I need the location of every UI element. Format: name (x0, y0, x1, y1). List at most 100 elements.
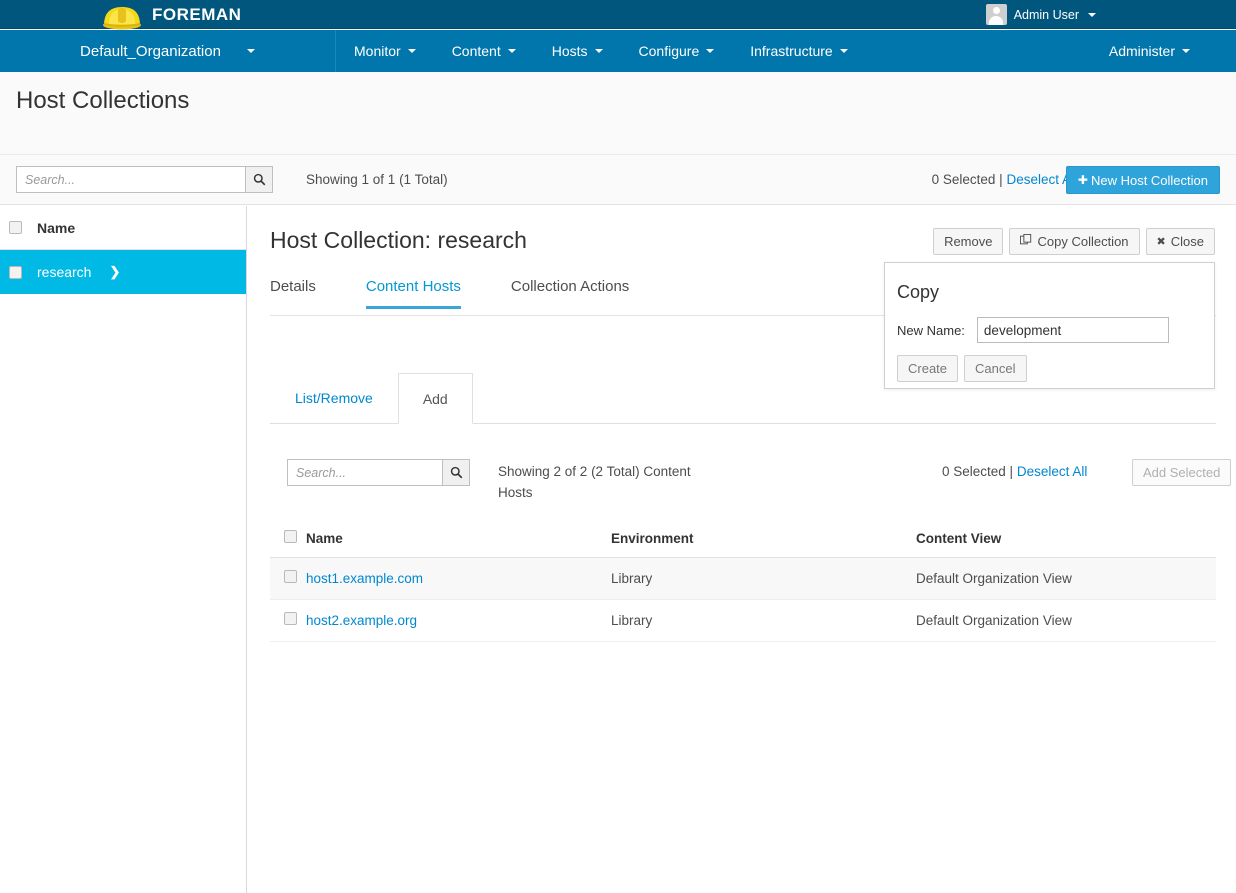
tab-label: Collection Actions (510, 278, 630, 295)
new-host-collection-button[interactable]: ✚ New Host Collection (1065, 166, 1220, 194)
nav-label: Configure (638, 43, 700, 59)
top-brand-bar: FOREMAN Admin User (0, 0, 1236, 30)
plus-icon: ✚ (1077, 173, 1088, 187)
caret-down-icon (507, 49, 516, 53)
nav-item-administer[interactable]: Administer (1091, 30, 1208, 72)
nav-item-configure[interactable]: Configure (621, 30, 733, 72)
search-group (16, 166, 273, 193)
host-link[interactable]: host1.example.com (306, 571, 423, 586)
selected-count: 0 Selected | (931, 172, 1003, 187)
create-button[interactable]: Create (897, 355, 959, 382)
nav-label: Content (451, 43, 501, 59)
page-header: Host Collections (0, 72, 1236, 155)
hardhat-icon (100, 0, 144, 30)
nav-label: Hosts (551, 43, 588, 59)
cell-name: host1.example.com (306, 557, 611, 600)
content-hosts-showing: Showing 2 of 2 (2 Total) Content Hosts (498, 464, 691, 500)
nav-label: Monitor (354, 43, 401, 59)
close-button[interactable]: ✖ Close (1145, 228, 1215, 255)
content-hosts-search-button[interactable] (442, 459, 470, 486)
cell-content-view: Default Organization View (916, 557, 1216, 600)
tab-label: Content Hosts (365, 278, 461, 295)
subtab-label: Add (422, 390, 448, 407)
row-checkbox[interactable] (9, 265, 22, 279)
list-item-label: research (37, 264, 92, 280)
content-hosts-selection-info: 0 Selected | Deselect All (942, 464, 1087, 479)
select-all-checkbox[interactable] (9, 221, 22, 234)
row-checkbox[interactable] (284, 612, 297, 625)
new-name-input[interactable] (976, 317, 1169, 343)
cancel-label: Cancel (975, 361, 1016, 376)
copy-icon (1020, 233, 1032, 249)
deselect-all-link[interactable]: Deselect All (1017, 464, 1088, 479)
nav-item-monitor[interactable]: Monitor (336, 30, 434, 72)
caret-down-icon (594, 49, 603, 53)
nav-item-infrastructure[interactable]: Infrastructure (732, 30, 865, 72)
user-menu[interactable]: Admin User (985, 0, 1096, 29)
row-checkbox-cell (270, 557, 306, 600)
brand[interactable]: FOREMAN (100, 0, 242, 30)
caret-down-icon (1182, 49, 1190, 53)
list-item-research[interactable]: research ❯ (0, 250, 246, 294)
caret-down-icon (1088, 12, 1096, 17)
tab-content-hosts[interactable]: Content Hosts (365, 278, 461, 309)
cell-environment: Library (611, 557, 916, 600)
cell-environment: Library (611, 599, 916, 642)
host-link[interactable]: host2.example.org (306, 613, 417, 628)
table-row[interactable]: host2.example.org Library Default Organi… (270, 599, 1216, 642)
copy-collection-button[interactable]: Copy Collection (1009, 228, 1140, 255)
list-header: Name (0, 206, 246, 250)
nav-item-content[interactable]: Content (434, 30, 534, 72)
search-input[interactable] (16, 166, 246, 193)
search-icon (253, 173, 265, 186)
nav-items: Monitor Content Hosts Configure Infrastr… (336, 30, 866, 72)
close-label: Close (1170, 234, 1204, 249)
header-environment: Environment (611, 520, 916, 558)
avatar-icon (985, 4, 1007, 25)
search-button[interactable] (245, 166, 273, 193)
list-header-name: Name (37, 219, 76, 236)
copy-collection-label: Copy Collection (1037, 234, 1129, 249)
nav-label: Infrastructure (750, 43, 833, 59)
add-selected-label: Add Selected (1143, 465, 1221, 480)
inner-search-group (287, 459, 470, 486)
table-header-row: Name Environment Content View (270, 520, 1216, 558)
organization-selector[interactable]: Default_Organization (0, 30, 336, 72)
close-x-icon: ✖ (1156, 236, 1166, 248)
row-checkbox[interactable] (284, 570, 297, 583)
header-checkbox-cell (270, 520, 306, 558)
nav-item-hosts[interactable]: Hosts (534, 30, 621, 72)
table-row[interactable]: host1.example.com Library Default Organi… (270, 557, 1216, 600)
popover-field: New Name: (897, 317, 1169, 343)
header-name: Name (306, 520, 611, 558)
page-title: Host Collections (16, 87, 190, 114)
cancel-button[interactable]: Cancel (964, 355, 1027, 382)
main-navbar: Default_Organization Monitor Content Hos… (0, 30, 1236, 72)
content-hosts-table: Name Environment Content View host1.exam… (270, 520, 1216, 642)
remove-button[interactable]: Remove (933, 228, 1004, 255)
caret-down-icon (407, 49, 416, 53)
caret-down-icon (839, 49, 848, 53)
cell-content-view: Default Organization View (916, 599, 1216, 642)
subtab-label: List/Remove (295, 389, 373, 406)
selection-info: 0 Selected | Deselect All (932, 172, 1077, 187)
list-toolbar: Showing 1 of 1 (1 Total) 0 Selected | De… (0, 155, 1236, 205)
search-icon (450, 466, 462, 479)
subtab-add[interactable]: Add (397, 373, 473, 424)
content-hosts-search-input[interactable] (287, 459, 443, 486)
subtab-list-remove[interactable]: List/Remove (270, 372, 398, 423)
brand-title: FOREMAN (152, 4, 242, 24)
host-collections-list: Name research ❯ (0, 206, 247, 893)
caret-down-icon (246, 49, 255, 53)
select-all-hosts-checkbox[interactable] (284, 530, 297, 543)
organization-label: Default_Organization (80, 42, 221, 60)
chevron-right-icon: ❯ (109, 264, 121, 279)
new-host-collection-label: New Host Collection (1090, 172, 1208, 188)
user-name: Admin User (1013, 7, 1079, 22)
tab-details[interactable]: Details (270, 278, 316, 309)
add-selected-button[interactable]: Add Selected (1132, 459, 1232, 486)
cell-name: host2.example.org (306, 599, 611, 642)
nav-label: Administer (1108, 43, 1175, 59)
tab-collection-actions[interactable]: Collection Actions (511, 278, 629, 309)
showing-count: Showing 1 of 1 (1 Total) (306, 172, 448, 187)
